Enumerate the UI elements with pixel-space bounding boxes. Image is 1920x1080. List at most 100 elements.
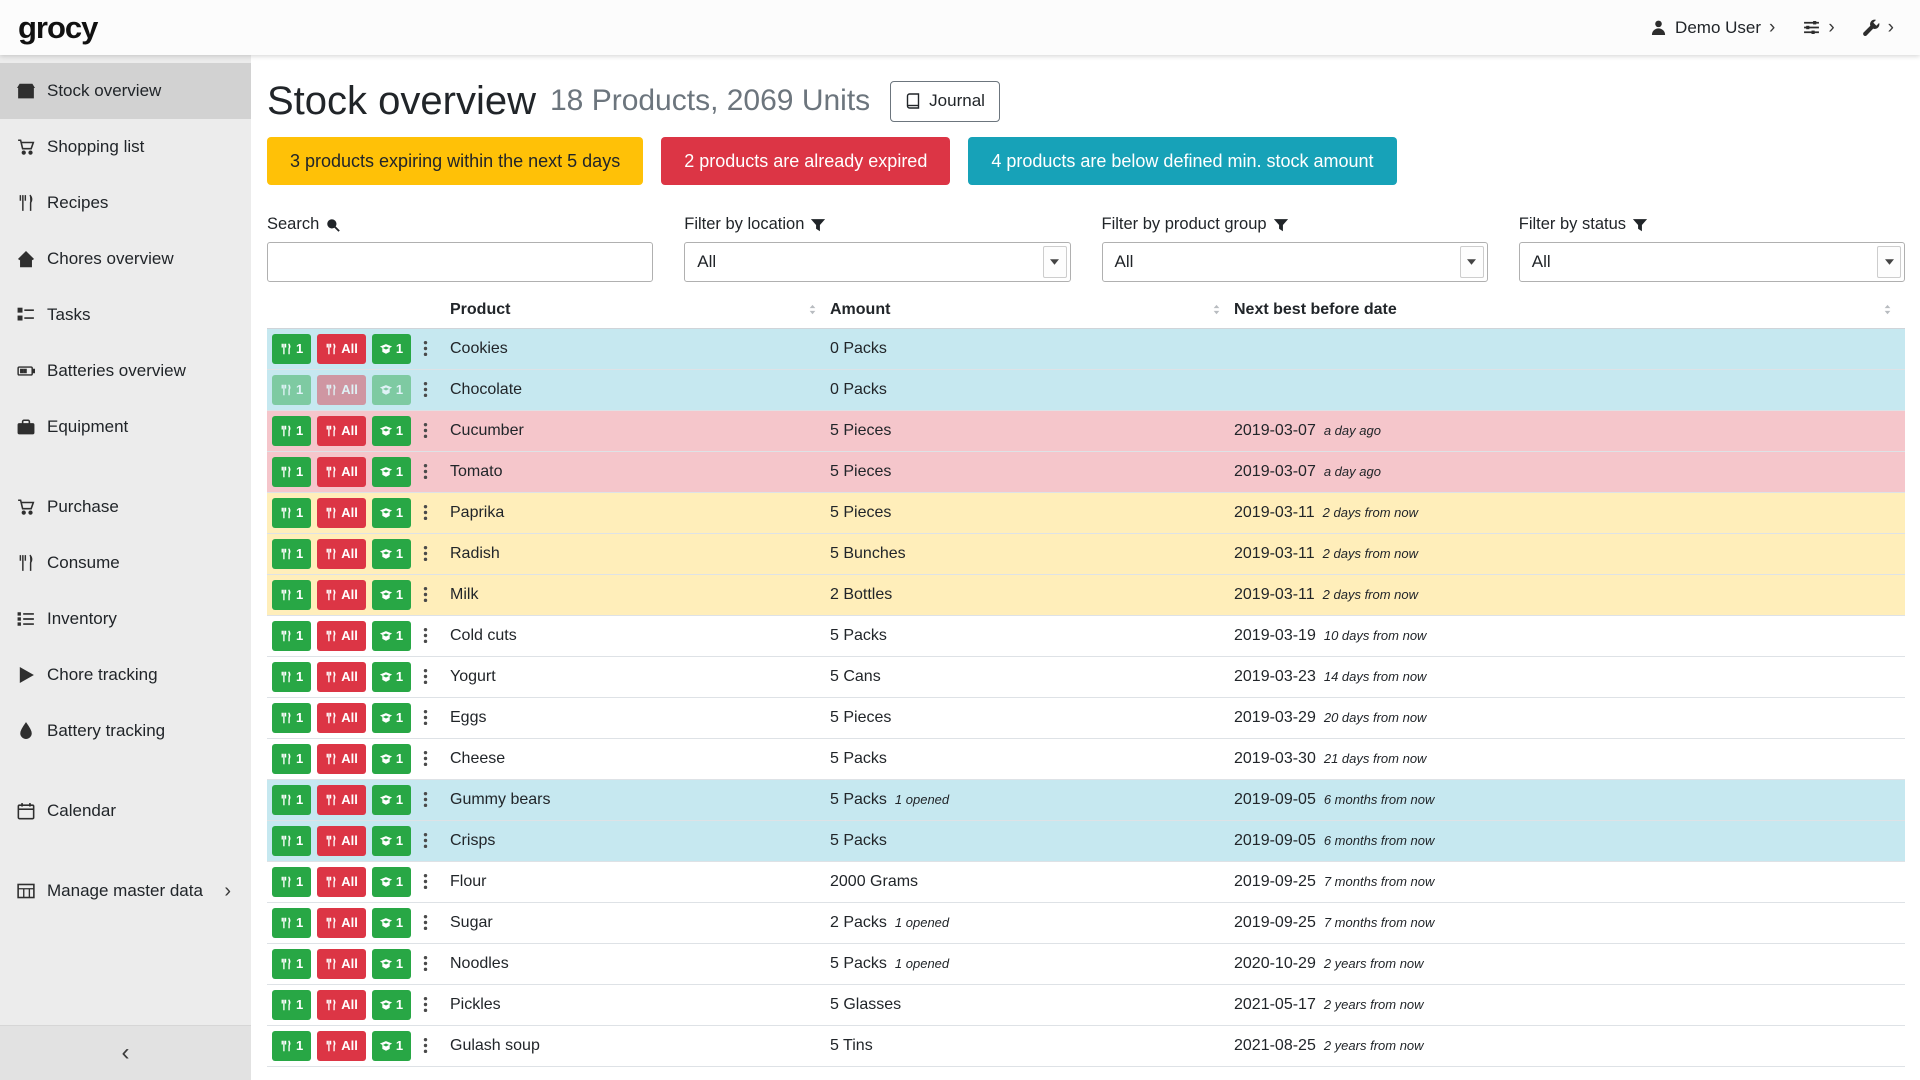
open-one-button[interactable]: 1 <box>372 662 411 692</box>
sidebar-item-tasks[interactable]: Tasks <box>0 287 251 343</box>
consume-all-button[interactable]: All <box>317 375 366 405</box>
consume-one-button[interactable]: 1 <box>272 662 311 692</box>
row-menu-button[interactable] <box>423 1037 428 1054</box>
search-input[interactable] <box>267 242 653 282</box>
sidebar-item-recipes[interactable]: Recipes <box>0 175 251 231</box>
row-menu-button[interactable] <box>423 873 428 890</box>
sidebar-item-stock-overview[interactable]: Stock overview <box>0 63 251 119</box>
open-one-button[interactable]: 1 <box>372 580 411 610</box>
row-menu-button[interactable] <box>423 545 428 562</box>
consume-all-button[interactable]: All <box>317 662 366 692</box>
consume-one-button[interactable]: 1 <box>272 539 311 569</box>
consume-all-button[interactable]: All <box>317 703 366 733</box>
sidebar-item-consume[interactable]: Consume <box>0 535 251 591</box>
open-one-button[interactable]: 1 <box>372 334 411 364</box>
product-group-select[interactable]: All <box>1102 242 1488 282</box>
consume-all-button[interactable]: All <box>317 908 366 938</box>
sidebar-item-purchase[interactable]: Purchase <box>0 479 251 535</box>
consume-one-button[interactable]: 1 <box>272 949 311 979</box>
open-one-button[interactable]: 1 <box>372 498 411 528</box>
consume-all-button[interactable]: All <box>317 334 366 364</box>
alert-warning[interactable]: 3 products expiring within the next 5 da… <box>267 137 643 185</box>
consume-one-button[interactable]: 1 <box>272 908 311 938</box>
col-best-before-date[interactable]: Next best before date <box>1234 292 1905 328</box>
row-menu-button[interactable] <box>423 381 428 398</box>
settings-menu[interactable]: › <box>1803 18 1834 37</box>
consume-one-button[interactable]: 1 <box>272 580 311 610</box>
col-amount[interactable]: Amount <box>830 292 1234 328</box>
consume-one-button[interactable]: 1 <box>272 867 311 897</box>
consume-all-button[interactable]: All <box>317 1031 366 1061</box>
open-one-button[interactable]: 1 <box>372 539 411 569</box>
consume-all-button[interactable]: All <box>317 744 366 774</box>
row-menu-button[interactable] <box>423 791 428 808</box>
alert-info[interactable]: 4 products are below defined min. stock … <box>968 137 1396 185</box>
sidebar-item-inventory[interactable]: Inventory <box>0 591 251 647</box>
consume-one-button[interactable]: 1 <box>272 621 311 651</box>
row-menu-button[interactable] <box>423 340 428 357</box>
sidebar-item-chores-overview[interactable]: Chores overview <box>0 231 251 287</box>
consume-one-button[interactable]: 1 <box>272 334 311 364</box>
row-menu-button[interactable] <box>423 955 428 972</box>
consume-one-button[interactable]: 1 <box>272 826 311 856</box>
row-menu-button[interactable] <box>423 709 428 726</box>
journal-button[interactable]: Journal <box>890 81 1000 122</box>
consume-all-button[interactable]: All <box>317 539 366 569</box>
row-menu-button[interactable] <box>423 996 428 1013</box>
location-select[interactable]: All <box>684 242 1070 282</box>
consume-one-button[interactable]: 1 <box>272 744 311 774</box>
consume-all-button[interactable]: All <box>317 990 366 1020</box>
sidebar-item-equipment[interactable]: Equipment <box>0 399 251 455</box>
consume-one-button[interactable]: 1 <box>272 457 311 487</box>
col-product[interactable]: Product <box>450 292 830 328</box>
sidebar-item-chore-tracking[interactable]: Chore tracking <box>0 647 251 703</box>
consume-one-button[interactable]: 1 <box>272 1031 311 1061</box>
consume-all-button[interactable]: All <box>317 826 366 856</box>
consume-all-button[interactable]: All <box>317 498 366 528</box>
consume-all-button[interactable]: All <box>317 949 366 979</box>
open-one-button[interactable]: 1 <box>372 867 411 897</box>
open-one-button[interactable]: 1 <box>372 990 411 1020</box>
open-one-button[interactable]: 1 <box>372 1031 411 1061</box>
alert-danger[interactable]: 2 products are already expired <box>661 137 950 185</box>
open-one-button[interactable]: 1 <box>372 621 411 651</box>
sidebar-item-manage-master-data[interactable]: Manage master data› <box>0 863 251 919</box>
consume-one-button[interactable]: 1 <box>272 990 311 1020</box>
consume-all-button[interactable]: All <box>317 621 366 651</box>
row-menu-button[interactable] <box>423 422 428 439</box>
consume-all-button[interactable]: All <box>317 416 366 446</box>
open-one-button[interactable]: 1 <box>372 416 411 446</box>
row-menu-button[interactable] <box>423 627 428 644</box>
consume-all-button[interactable]: All <box>317 457 366 487</box>
row-menu-button[interactable] <box>423 504 428 521</box>
open-one-button[interactable]: 1 <box>372 785 411 815</box>
status-select[interactable]: All <box>1519 242 1905 282</box>
brand-logo[interactable]: grocy <box>18 10 97 46</box>
row-menu-button[interactable] <box>423 668 428 685</box>
sidebar-item-calendar[interactable]: Calendar <box>0 783 251 839</box>
sidebar-item-shopping-list[interactable]: Shopping list <box>0 119 251 175</box>
consume-one-button[interactable]: 1 <box>272 375 311 405</box>
consume-one-button[interactable]: 1 <box>272 416 311 446</box>
sidebar-collapse-button[interactable]: ‹ <box>0 1025 251 1080</box>
consume-all-button[interactable]: All <box>317 867 366 897</box>
sidebar-item-battery-tracking[interactable]: Battery tracking <box>0 703 251 759</box>
row-menu-button[interactable] <box>423 914 428 931</box>
consume-one-button[interactable]: 1 <box>272 498 311 528</box>
consume-one-button[interactable]: 1 <box>272 703 311 733</box>
row-menu-button[interactable] <box>423 832 428 849</box>
open-one-button[interactable]: 1 <box>372 375 411 405</box>
open-one-button[interactable]: 1 <box>372 908 411 938</box>
open-one-button[interactable]: 1 <box>372 457 411 487</box>
open-one-button[interactable]: 1 <box>372 949 411 979</box>
admin-menu[interactable]: › <box>1863 18 1894 37</box>
consume-one-button[interactable]: 1 <box>272 785 311 815</box>
consume-all-button[interactable]: All <box>317 785 366 815</box>
open-one-button[interactable]: 1 <box>372 744 411 774</box>
row-menu-button[interactable] <box>423 586 428 603</box>
open-one-button[interactable]: 1 <box>372 826 411 856</box>
consume-all-button[interactable]: All <box>317 580 366 610</box>
sidebar-item-batteries-overview[interactable]: Batteries overview <box>0 343 251 399</box>
row-menu-button[interactable] <box>423 750 428 767</box>
user-menu[interactable]: Demo User › <box>1650 18 1775 38</box>
